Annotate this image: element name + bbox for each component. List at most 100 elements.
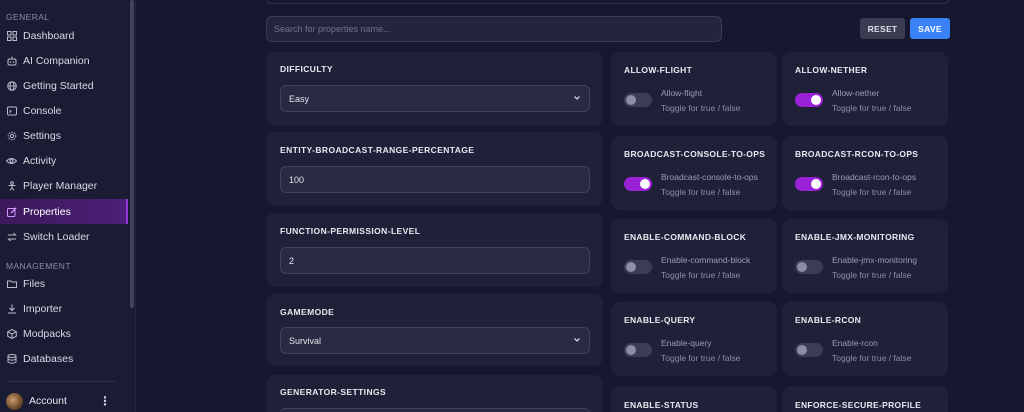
toggle-knob: [626, 262, 636, 272]
sidebar-item-label: Console: [23, 104, 62, 117]
property-card-enable-jmx-monitoring: ENABLE-JMX-MONITORING Enable-jmx-monitor…: [782, 219, 948, 293]
input-value: 100: [289, 174, 305, 185]
property-title: ENABLE-STATUS: [624, 400, 699, 410]
sidebar-item-getting-started[interactable]: Getting Started: [0, 73, 128, 98]
property-title: ENTITY-BROADCAST-RANGE-PERCENTAGE: [280, 145, 475, 155]
sidebar-item-label: Switch Loader: [23, 230, 90, 243]
property-card-function-permission-level: FUNCTION-PERMISSION-LEVEL 2: [266, 213, 603, 287]
allow-nether-toggle[interactable]: [795, 93, 823, 107]
toggle-hint: Toggle for true / false: [832, 103, 912, 113]
search-input[interactable]: [266, 16, 722, 42]
enable-query-toggle[interactable]: [624, 343, 652, 357]
sidebar-item-settings[interactable]: Settings: [0, 123, 128, 148]
sidebar-item-switch-loader[interactable]: Switch Loader: [0, 224, 128, 249]
property-card-allow-nether: ALLOW-NETHER Allow-nether Toggle for tru…: [782, 52, 948, 126]
broadcast-rcon-to-ops-toggle[interactable]: [795, 177, 823, 191]
entity-broadcast-range-percentage-input[interactable]: 100: [280, 166, 590, 193]
gamemode-select[interactable]: Survival: [280, 327, 590, 354]
toggle-hint: Toggle for true / false: [661, 270, 741, 280]
property-title: ENABLE-COMMAND-BLOCK: [624, 232, 747, 242]
sidebar-item-label: Dashboard: [23, 29, 75, 42]
account-menu[interactable]: Account ⋮: [6, 390, 121, 412]
toggle-knob: [797, 262, 807, 272]
sidebar-item-activity[interactable]: Activity: [0, 148, 128, 173]
input-value: 2: [289, 255, 295, 266]
save-button[interactable]: SAVE: [910, 18, 950, 39]
toggle-knob: [626, 345, 636, 355]
sidebar-item-console[interactable]: Console: [0, 98, 128, 123]
property-card-difficulty: DIFFICULTY Easy: [266, 52, 603, 126]
sidebar-item-databases[interactable]: Databases: [0, 346, 128, 371]
sidebar: GENERAL Dashboard AI Companion Getting S…: [0, 0, 136, 412]
sidebar-item-properties[interactable]: Properties: [0, 199, 128, 224]
sidebar-item-importer[interactable]: Importer: [0, 296, 128, 321]
package-icon: [6, 328, 17, 339]
avatar: [6, 392, 23, 410]
property-title: GAMEMODE: [280, 307, 335, 317]
toggle-hint: Toggle for true / false: [661, 103, 741, 113]
more-vertical-icon[interactable]: ⋮: [99, 395, 111, 407]
property-card-enable-command-block: ENABLE-COMMAND-BLOCK Enable-command-bloc…: [611, 219, 777, 293]
toggle-label: Enable-jmx-monitoring: [832, 255, 918, 265]
sidebar-item-files[interactable]: Files: [0, 271, 128, 296]
enable-rcon-toggle[interactable]: [795, 343, 823, 357]
sidebar-item-label: Databases: [23, 352, 74, 365]
sidebar-item-label: Properties: [23, 205, 71, 218]
chevron-down-icon: [573, 336, 581, 346]
database-icon: [6, 353, 17, 364]
enable-jmx-monitoring-toggle[interactable]: [795, 260, 823, 274]
swap-icon: [6, 231, 17, 242]
property-card-generator-settings: GENERATOR-SETTINGS: [266, 375, 603, 412]
property-title: ENABLE-JMX-MONITORING: [795, 232, 915, 242]
broadcast-console-to-ops-toggle[interactable]: [624, 177, 652, 191]
sidebar-section-general: GENERAL: [6, 12, 50, 22]
property-title: ALLOW-NETHER: [795, 65, 868, 75]
select-value: Easy: [289, 93, 310, 104]
property-card-enforce-secure-profile: ENFORCE-SECURE-PROFILE: [782, 386, 948, 412]
toggle-label: Broadcast-rcon-to-ops: [832, 172, 917, 182]
download-icon: [6, 303, 17, 314]
toggle-knob: [626, 95, 636, 105]
toggle-hint: Toggle for true / false: [832, 353, 912, 363]
toggle-label: Enable-rcon: [832, 338, 878, 348]
toggle-knob: [797, 345, 807, 355]
gear-icon: [6, 130, 17, 141]
property-card-enable-rcon: ENABLE-RCON Enable-rcon Toggle for true …: [782, 302, 948, 376]
toggle-label: Allow-nether: [832, 88, 880, 98]
generator-settings-input[interactable]: [280, 408, 590, 412]
sidebar-section-management: MANAGEMENT: [6, 261, 71, 271]
property-card-broadcast-rcon-to-ops: BROADCAST-RCON-TO-OPS Broadcast-rcon-to-…: [782, 136, 948, 210]
property-card-entity-broadcast-range-percentage: ENTITY-BROADCAST-RANGE-PERCENTAGE 100: [266, 132, 603, 206]
toggle-label: Broadcast-console-to-ops: [661, 172, 758, 182]
property-card-gamemode: GAMEMODE Survival: [266, 294, 603, 366]
toggle-hint: Toggle for true / false: [832, 187, 912, 197]
edit-icon: [6, 206, 17, 217]
sidebar-item-modpacks[interactable]: Modpacks: [0, 321, 128, 346]
function-permission-level-input[interactable]: 2: [280, 247, 590, 274]
property-title: DIFFICULTY: [280, 64, 333, 74]
sidebar-item-ai-companion[interactable]: AI Companion: [0, 48, 128, 73]
chevron-down-icon: [573, 94, 581, 104]
person-icon: [6, 180, 17, 191]
sidebar-item-label: Activity: [23, 154, 57, 167]
grid-icon: [6, 30, 17, 41]
account-label: Account: [29, 395, 67, 407]
sidebar-item-dashboard[interactable]: Dashboard: [0, 23, 128, 48]
enable-command-block-toggle[interactable]: [624, 260, 652, 274]
toggle-hint: Toggle for true / false: [661, 187, 741, 197]
allow-flight-toggle[interactable]: [624, 93, 652, 107]
sidebar-scrollbar[interactable]: [130, 0, 134, 308]
sidebar-divider: [6, 381, 116, 382]
toggle-label: Enable-query: [661, 338, 712, 348]
toggle-knob: [640, 179, 650, 189]
eye-icon: [6, 155, 17, 166]
reset-button[interactable]: RESET: [860, 18, 905, 39]
sidebar-item-label: Getting Started: [23, 79, 94, 92]
sidebar-item-player-manager[interactable]: Player Manager: [0, 173, 128, 198]
sidebar-item-label: Importer: [23, 302, 63, 315]
property-title: ALLOW-FLIGHT: [624, 65, 693, 75]
property-card-broadcast-console-to-ops: BROADCAST-CONSOLE-TO-OPS Broadcast-conso…: [611, 136, 777, 210]
sidebar-item-label: Player Manager: [23, 179, 98, 192]
property-title: BROADCAST-RCON-TO-OPS: [795, 149, 919, 159]
difficulty-select[interactable]: Easy: [280, 85, 590, 112]
